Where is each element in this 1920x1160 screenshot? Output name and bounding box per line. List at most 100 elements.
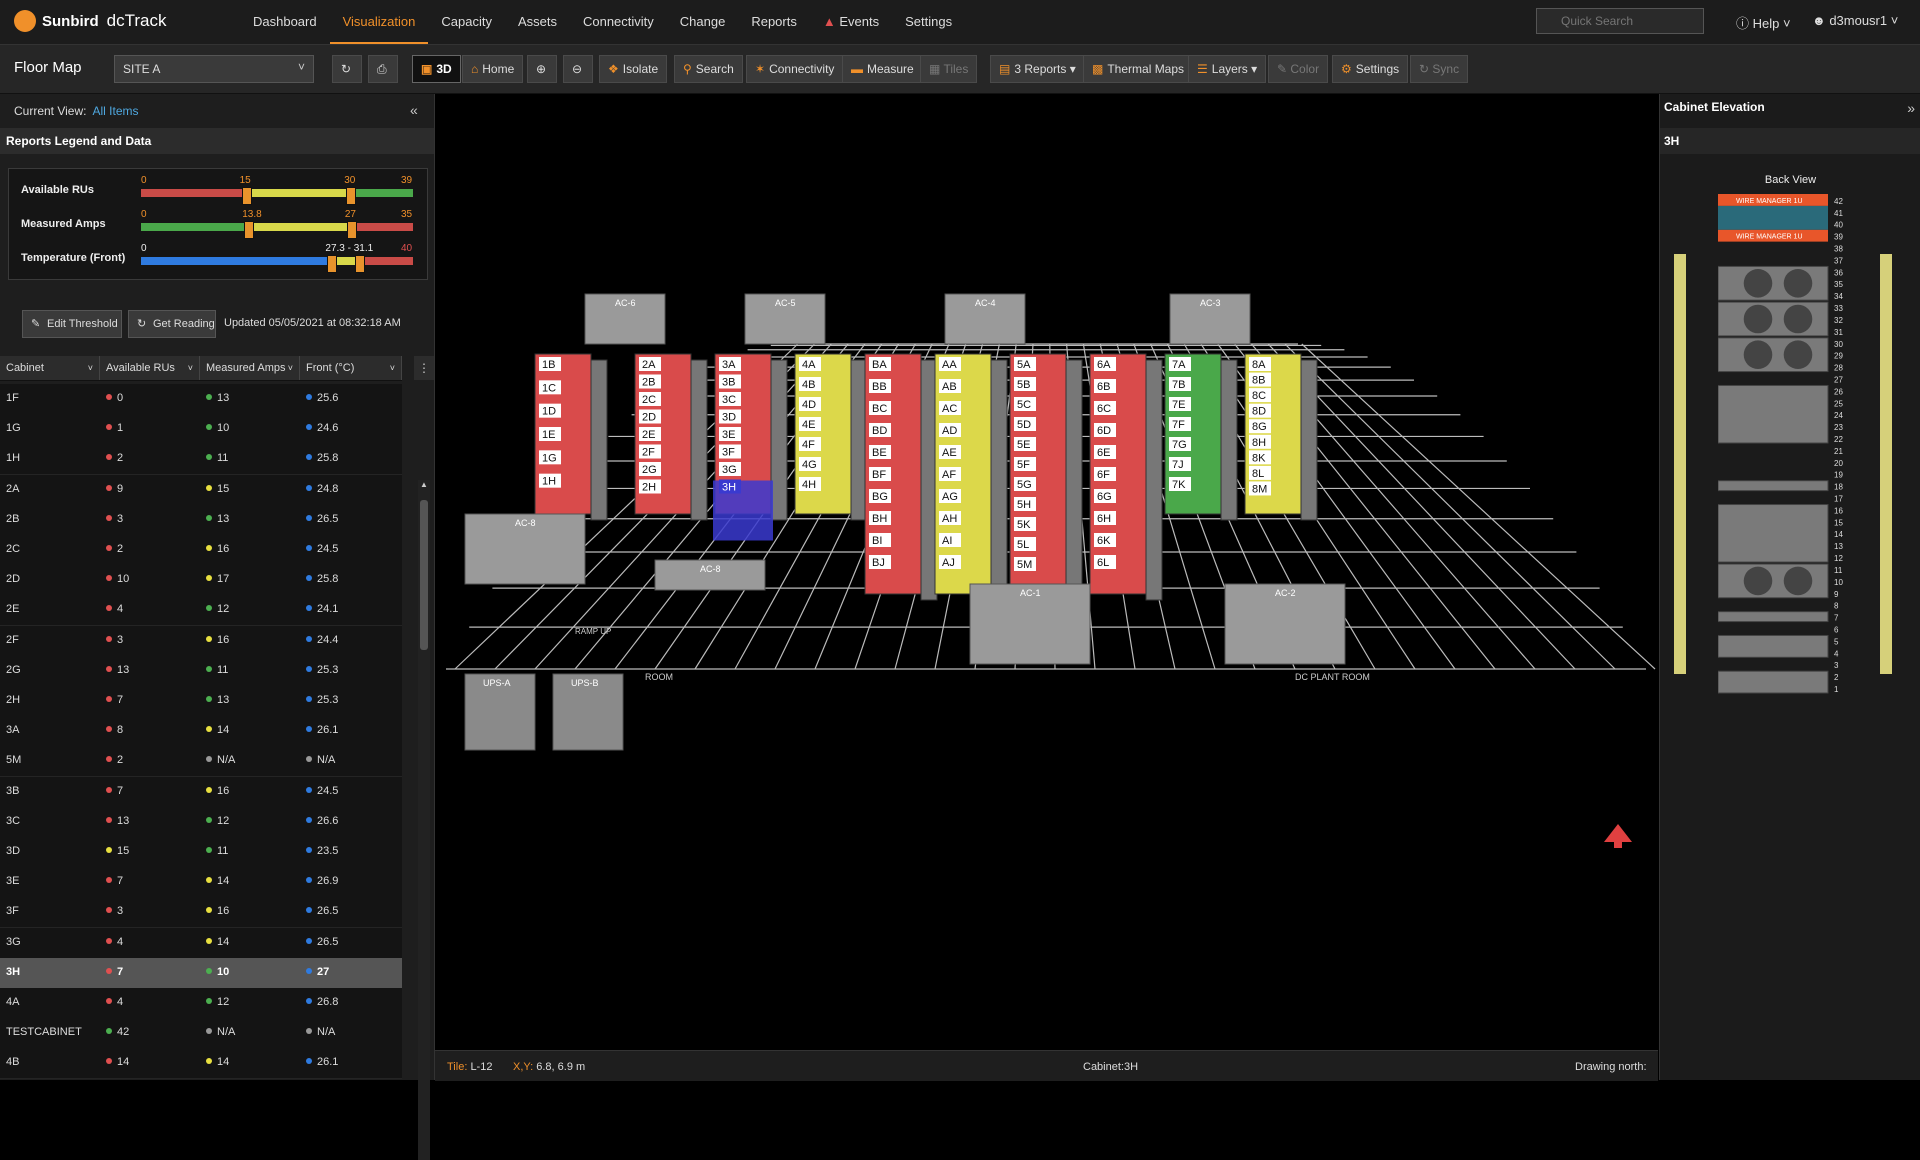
- cabinet-label[interactable]: 5H: [1017, 499, 1031, 511]
- cabinet-label[interactable]: 6G: [1097, 491, 1112, 503]
- table-row[interactable]: 3H 7 10 27: [0, 957, 402, 989]
- cabinet-label[interactable]: 3B: [722, 377, 735, 389]
- cabinet-label[interactable]: AA: [942, 359, 957, 371]
- collapse-elevation-button[interactable]: »: [1907, 100, 1915, 116]
- column-menu-button[interactable]: ⋮: [414, 356, 434, 380]
- table-row[interactable]: 1F 0 13 25.6: [0, 384, 402, 415]
- table-row[interactable]: 2E 4 12 24.1: [0, 595, 402, 627]
- cabinet-label[interactable]: 7E: [1172, 399, 1185, 411]
- cabinet-label[interactable]: 8D: [1252, 406, 1266, 418]
- 3d-toggle-button[interactable]: ▣ 3D: [412, 55, 461, 83]
- cabinet-label[interactable]: 8H: [1252, 437, 1266, 449]
- legend-slider[interactable]: [141, 189, 413, 197]
- cabinet-label[interactable]: 4E: [802, 419, 815, 431]
- cabinet-label[interactable]: 4A: [802, 359, 816, 371]
- cabinet-label[interactable]: AD: [942, 425, 957, 437]
- cabinet-label[interactable]: 3E: [722, 429, 735, 441]
- cabinet-label[interactable]: 2C: [642, 394, 656, 406]
- table-row[interactable]: 2C 2 16 24.5: [0, 535, 402, 566]
- cabinet-label[interactable]: 8K: [1252, 452, 1266, 464]
- rack-elevation[interactable]: 4241403938373635343332313029282726252423…: [1718, 194, 1850, 704]
- zoom-out-button[interactable]: ⊖: [563, 55, 593, 83]
- cabinet-label[interactable]: 5B: [1017, 379, 1030, 391]
- nav-events[interactable]: ▲ Events: [810, 0, 892, 44]
- cabinet-label[interactable]: BJ: [872, 557, 885, 569]
- cabinet-label[interactable]: AH: [942, 513, 957, 525]
- cabinet-label[interactable]: BG: [872, 491, 888, 503]
- table-row[interactable]: 3G 4 14 26.5: [0, 927, 402, 959]
- table-row[interactable]: 4B 14 14 26.1: [0, 1048, 402, 1080]
- table-row[interactable]: 2D 10 17 25.8: [0, 565, 402, 597]
- reports-dropdown[interactable]: ▤ 3 Reports ▾: [990, 55, 1085, 83]
- table-row[interactable]: 3B 7 16 24.5: [0, 776, 402, 808]
- cabinet-label[interactable]: 7J: [1172, 459, 1184, 471]
- table-row[interactable]: 2A 9 15 24.8: [0, 474, 402, 506]
- cabinet-label[interactable]: 7K: [1172, 479, 1186, 491]
- cabinet-label[interactable]: 2G: [642, 464, 657, 476]
- floor-map-3d-view[interactable]: 1B 1C 1D 1E 1G 1H 2A 2B 2C 2D 2E 2F 2G 2H 3A 3B 3C 3D 3E 3F…: [435, 94, 1658, 1050]
- sync-button[interactable]: ↻ Sync: [1410, 55, 1469, 83]
- cabinet-label[interactable]: 8L: [1252, 468, 1264, 480]
- cabinet-label[interactable]: BF: [872, 469, 886, 481]
- table-row[interactable]: 4A 4 12 26.8: [0, 988, 402, 1019]
- quick-search-input[interactable]: [1536, 8, 1704, 34]
- settings-button[interactable]: ⚙ Settings: [1332, 55, 1409, 83]
- cabinet-label[interactable]: 3D: [722, 412, 736, 424]
- layers-dropdown[interactable]: ☰ Layers ▾: [1188, 55, 1267, 83]
- scroll-up-icon[interactable]: ▲: [418, 480, 430, 492]
- cabinet-label[interactable]: 8B: [1252, 375, 1265, 387]
- cabinet-label[interactable]: 2A: [642, 359, 656, 371]
- cabinet-label[interactable]: BH: [872, 513, 887, 525]
- table-row[interactable]: 2F 3 16 24.4: [0, 625, 402, 657]
- grid-scrollbar[interactable]: ▲: [418, 480, 430, 1160]
- cabinet-label[interactable]: BB: [872, 381, 887, 393]
- slider-handle[interactable]: [346, 221, 357, 239]
- thermal-maps-button[interactable]: ▩ Thermal Maps: [1083, 55, 1194, 83]
- cabinet-label[interactable]: 3C: [722, 394, 736, 406]
- cabinet-label[interactable]: 2D: [642, 412, 656, 424]
- cabinet-label[interactable]: 7A: [1172, 359, 1186, 371]
- connectivity-button[interactable]: ✶ Connectivity: [746, 55, 844, 83]
- nav-visualization[interactable]: Visualization: [329, 0, 429, 44]
- column-header[interactable]: Cabinet ˅: [0, 356, 100, 380]
- cabinet-label[interactable]: 1G: [542, 452, 557, 464]
- cabinet-label[interactable]: 7G: [1172, 439, 1187, 451]
- legend-slider[interactable]: [141, 257, 413, 265]
- cabinet-label[interactable]: AG: [942, 491, 958, 503]
- cabinet-label[interactable]: 6L: [1097, 557, 1109, 569]
- nav-dashboard[interactable]: Dashboard: [240, 0, 330, 44]
- cabinet-label[interactable]: 3H: [722, 482, 736, 494]
- scrollbar-thumb[interactable]: [420, 500, 428, 650]
- isolate-button[interactable]: ❖ Isolate: [599, 55, 668, 83]
- cabinet-label[interactable]: 6H: [1097, 513, 1111, 525]
- cabinet-label[interactable]: 6K: [1097, 535, 1111, 547]
- table-row[interactable]: 2B 3 13 26.5: [0, 504, 402, 536]
- cabinet-label[interactable]: AC: [942, 403, 957, 415]
- cabinet-label[interactable]: BC: [872, 403, 887, 415]
- cabinet-label[interactable]: 7B: [1172, 379, 1185, 391]
- legend-slider[interactable]: [141, 223, 413, 231]
- edit-threshold-button[interactable]: ✎ Edit Threshold: [22, 310, 122, 338]
- table-row[interactable]: TESTCABINET 42 N/A N/A: [0, 1018, 402, 1050]
- sunbird-logo[interactable]: Sunbird dcTrack: [14, 10, 167, 32]
- cabinet-label[interactable]: 4D: [802, 399, 816, 411]
- cabinet-label[interactable]: 5C: [1017, 399, 1031, 411]
- cabinet-label[interactable]: 2B: [642, 377, 655, 389]
- nav-settings[interactable]: Settings: [892, 0, 965, 44]
- cabinet-label[interactable]: 5M: [1017, 559, 1032, 571]
- cabinet-label[interactable]: BI: [872, 535, 882, 547]
- help-menu[interactable]: ⓘ Help ˅: [1736, 13, 1791, 32]
- slider-handle[interactable]: [241, 187, 252, 205]
- table-row[interactable]: 2H 7 13 25.3: [0, 686, 402, 717]
- cabinet-label[interactable]: 2F: [642, 447, 655, 459]
- get-reading-button[interactable]: ↻ Get Reading: [128, 310, 216, 338]
- user-menu[interactable]: ☻ d3mousr1 ˅: [1812, 13, 1898, 28]
- table-row[interactable]: 2G 13 11 25.3: [0, 655, 402, 687]
- zoom-in-button[interactable]: ⊕: [527, 55, 557, 83]
- cabinet-label[interactable]: 5E: [1017, 439, 1030, 451]
- cabinet-label[interactable]: 4B: [802, 379, 815, 391]
- table-row[interactable]: 3F 3 16 26.5: [0, 897, 402, 929]
- cabinet-label[interactable]: 1B: [542, 359, 555, 371]
- nav-change[interactable]: Change: [667, 0, 739, 44]
- table-row[interactable]: 3D 15 11 23.5: [0, 837, 402, 868]
